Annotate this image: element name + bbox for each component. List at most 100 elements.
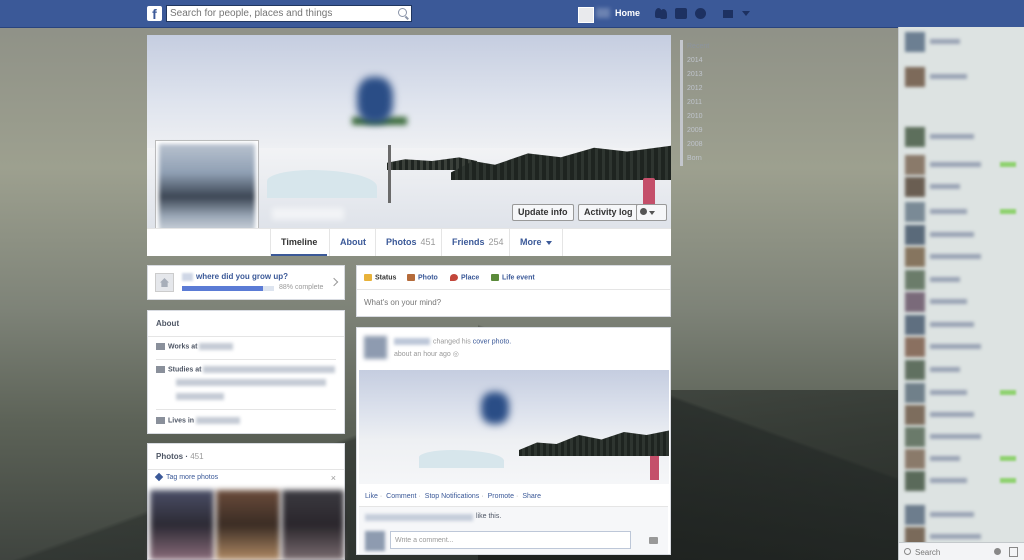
search-input[interactable] <box>167 6 390 21</box>
online-indicator-icon <box>1000 456 1016 461</box>
story-photo[interactable] <box>359 370 669 484</box>
search-icon[interactable] <box>398 8 407 17</box>
user-name-blurred <box>182 272 193 281</box>
composer-tab-photo[interactable]: Photo <box>407 274 438 281</box>
profile-name-blurred[interactable] <box>272 208 344 220</box>
contact-name-blurred <box>930 534 981 539</box>
contact-avatar <box>905 505 925 525</box>
composer-tab-place[interactable]: Place <box>450 274 479 281</box>
chat-contact[interactable] <box>902 32 1022 52</box>
comment-link[interactable]: Comment <box>386 493 416 500</box>
comment-row <box>359 528 668 554</box>
year-item[interactable]: Born <box>687 152 727 166</box>
chat-contact[interactable] <box>902 292 1022 312</box>
author-avatar[interactable] <box>364 336 387 359</box>
author-name-blurred[interactable] <box>394 338 430 345</box>
chat-contact[interactable] <box>902 383 1022 403</box>
photos-header[interactable]: Photos <box>156 452 183 461</box>
share-link[interactable]: Share <box>522 493 541 500</box>
friend-requests-icon[interactable] <box>655 8 667 19</box>
like-link[interactable]: Like <box>365 493 378 500</box>
friends-count: 254 <box>488 237 504 247</box>
chat-contact[interactable] <box>902 155 1022 175</box>
photo-thumbnails <box>148 490 344 560</box>
year-item[interactable]: 2012 <box>687 82 727 96</box>
camera-icon[interactable] <box>649 537 658 544</box>
account-menu-chevron-icon[interactable] <box>742 11 750 16</box>
about-header[interactable]: About <box>148 311 344 337</box>
chat-contact[interactable] <box>902 337 1022 357</box>
composer-tab-status[interactable]: Status <box>364 274 396 281</box>
gear-icon <box>640 208 647 216</box>
close-icon[interactable]: × <box>331 473 336 483</box>
chat-contact[interactable] <box>902 202 1022 222</box>
user-avatar[interactable] <box>578 7 594 23</box>
search-box[interactable] <box>166 5 412 22</box>
contact-name-blurred <box>930 322 974 327</box>
tab-about[interactable]: About <box>329 229 376 256</box>
tab-photos[interactable]: Photos 451 <box>375 229 446 256</box>
home-icon <box>155 273 174 292</box>
caret-down-icon <box>545 240 552 245</box>
profile-completion-card[interactable]: where did you grow up? 88% complete <box>147 265 345 300</box>
contact-avatar <box>905 471 925 491</box>
story-timestamp[interactable]: about an hour ago <box>394 351 451 358</box>
photo-thumbnail[interactable] <box>150 490 214 560</box>
year-item[interactable]: 2009 <box>687 124 727 138</box>
tab-timeline[interactable]: Timeline <box>270 229 328 256</box>
chat-contact[interactable] <box>902 505 1022 525</box>
audience-globe-icon[interactable]: ◎ <box>453 351 459 358</box>
chat-contact[interactable] <box>902 427 1022 447</box>
chat-contact[interactable] <box>902 247 1022 267</box>
privacy-settings-icon[interactable] <box>723 10 733 18</box>
contact-avatar <box>905 225 925 245</box>
chat-contact[interactable] <box>902 67 1022 87</box>
chat-contact[interactable] <box>902 315 1022 335</box>
photo-thumbnail[interactable] <box>282 490 344 560</box>
promote-link[interactable]: Promote <box>488 493 514 500</box>
chevron-right-icon[interactable] <box>329 277 339 287</box>
chat-contact[interactable] <box>902 270 1022 290</box>
year-item[interactable]: 2011 <box>687 96 727 110</box>
facebook-logo-icon[interactable]: f <box>147 6 162 22</box>
tag-more-photos-link[interactable]: Tag more photos <box>154 472 218 482</box>
contact-name-blurred <box>930 390 967 395</box>
chat-contact[interactable] <box>902 449 1022 469</box>
year-item[interactable]: 2008 <box>687 138 727 152</box>
cover-photo-link[interactable]: cover photo. <box>473 338 512 345</box>
year-item[interactable]: 2010 <box>687 110 727 124</box>
messages-icon[interactable] <box>675 8 687 19</box>
photo-thumbnail[interactable] <box>216 490 280 560</box>
chat-contact[interactable] <box>902 405 1022 425</box>
likers-names-blurred[interactable] <box>365 514 473 521</box>
progress-fill <box>182 286 263 291</box>
activity-log-button[interactable]: Activity log <box>578 204 639 221</box>
year-item[interactable]: 2013 <box>687 68 727 82</box>
tab-friends[interactable]: Friends 254 <box>441 229 514 256</box>
comment-input[interactable] <box>390 531 631 549</box>
status-input[interactable]: What's on your mind? <box>364 298 441 307</box>
user-name-blurred[interactable] <box>596 8 610 18</box>
chat-contact[interactable] <box>902 360 1022 380</box>
gear-icon[interactable] <box>994 548 1001 555</box>
composer-tab-life-event[interactable]: Life event <box>491 274 535 281</box>
new-message-icon[interactable] <box>1009 547 1018 557</box>
contact-avatar <box>905 449 925 469</box>
chat-contact[interactable] <box>902 471 1022 491</box>
contact-name-blurred <box>930 367 960 372</box>
tab-more[interactable]: More <box>509 229 563 256</box>
timeline-year-nav: Recent 2014 2013 2012 2011 2010 2009 200… <box>680 40 727 166</box>
chat-contact[interactable] <box>902 177 1022 197</box>
year-item[interactable]: Recent <box>687 40 727 54</box>
stop-notifications-link[interactable]: Stop Notifications <box>425 493 479 500</box>
notifications-globe-icon[interactable] <box>695 8 706 19</box>
contact-avatar <box>905 202 925 222</box>
chat-contact[interactable] <box>902 225 1022 245</box>
chat-search-input[interactable] <box>913 545 987 559</box>
home-link[interactable]: Home <box>615 8 640 18</box>
year-item[interactable]: 2014 <box>687 54 727 68</box>
profile-options-button[interactable] <box>636 204 667 221</box>
update-info-button[interactable]: Update info <box>512 204 574 221</box>
photo-icon <box>407 274 415 281</box>
chat-contact[interactable] <box>902 127 1022 147</box>
